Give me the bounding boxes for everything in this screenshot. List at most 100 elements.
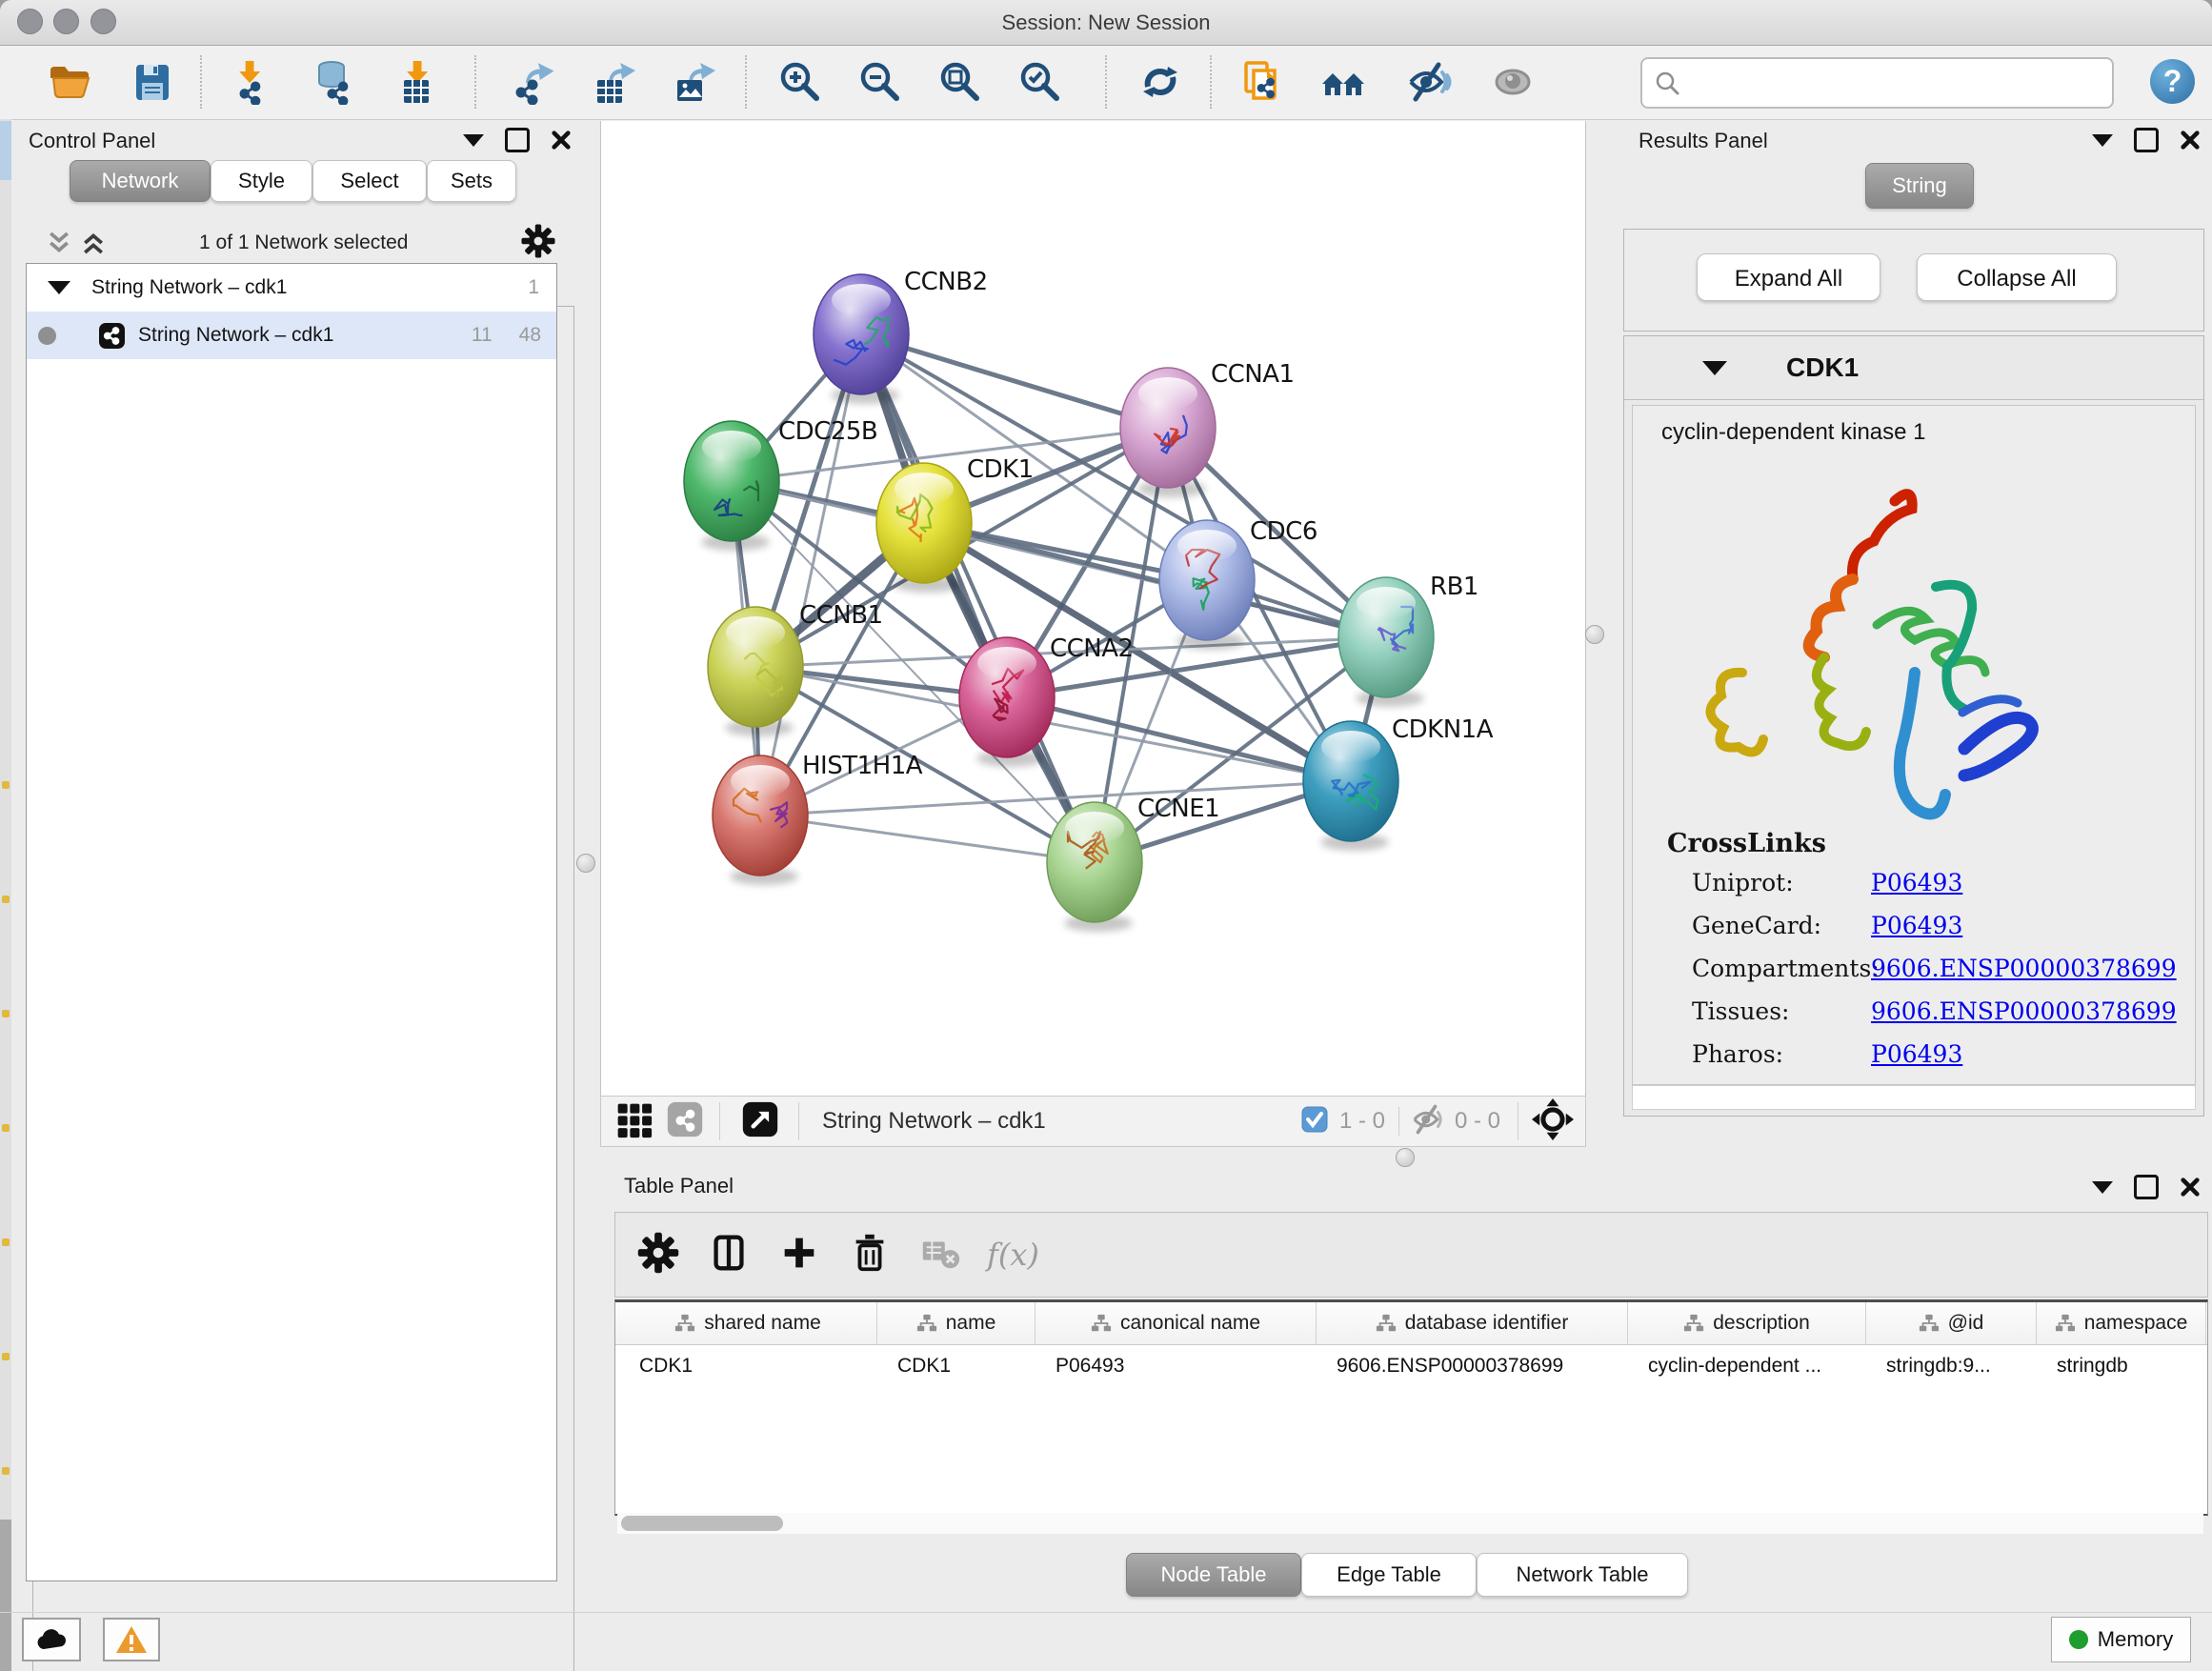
table-cell[interactable]: CDK1 bbox=[618, 1346, 875, 1386]
panel-menu-icon[interactable] bbox=[2092, 134, 2113, 147]
network-node[interactable]: CCNE1 bbox=[1047, 795, 1219, 932]
save-icon[interactable] bbox=[130, 59, 175, 105]
crosslink-link[interactable]: 9606.ENSP00000378699 bbox=[1871, 955, 2177, 982]
memory-button[interactable]: Memory bbox=[2051, 1617, 2191, 1662]
export-network-icon[interactable] bbox=[511, 59, 556, 105]
column-header-id[interactable]: @id bbox=[1865, 1302, 2037, 1344]
network-node[interactable]: RB1 bbox=[1338, 573, 1478, 707]
eye-icon[interactable] bbox=[1490, 59, 1536, 105]
network-node[interactable]: CDKN1A bbox=[1303, 715, 1494, 851]
tab-select[interactable]: Select bbox=[312, 160, 427, 202]
delete-column-icon[interactable] bbox=[848, 1231, 892, 1279]
column-header-canonicalname[interactable]: canonical name bbox=[1035, 1302, 1317, 1344]
collapse-all-tree-icon[interactable] bbox=[45, 229, 73, 257]
column-header-namespace[interactable]: namespace bbox=[2036, 1302, 2206, 1344]
tab-network[interactable]: Network bbox=[70, 160, 211, 202]
fit-selected-crosshair-icon[interactable] bbox=[1532, 1098, 1574, 1145]
column-header-databaseidentifier[interactable]: database identifier bbox=[1316, 1302, 1628, 1344]
clear-table-icon bbox=[918, 1231, 962, 1279]
show-columns-icon[interactable] bbox=[707, 1231, 751, 1279]
selected-checkbox-icon[interactable] bbox=[1301, 1106, 1328, 1137]
zoom-out-icon[interactable] bbox=[857, 59, 903, 105]
network-edge[interactable] bbox=[861, 334, 1095, 862]
bottom-splitter-handle[interactable] bbox=[1396, 1148, 1415, 1167]
string-app-icon[interactable] bbox=[666, 1100, 704, 1143]
tab-sets[interactable]: Sets bbox=[427, 160, 516, 202]
close-panel-icon[interactable] bbox=[2180, 130, 2201, 151]
open-file-icon[interactable] bbox=[47, 59, 92, 105]
results-scrollbar[interactable] bbox=[1632, 1085, 2196, 1110]
float-panel-icon[interactable] bbox=[2134, 1175, 2159, 1199]
hide-eye-icon[interactable] bbox=[1406, 59, 1452, 105]
zoom-fit-icon[interactable] bbox=[937, 59, 983, 105]
table-cell[interactable]: stringdb bbox=[2036, 1346, 2203, 1386]
crosslink-link[interactable]: P06493 bbox=[1871, 1040, 1962, 1068]
expand-all-button[interactable]: Expand All bbox=[1697, 253, 1880, 301]
network-edge[interactable] bbox=[760, 334, 861, 815]
results-node-section: CDK1 cyclin-dependent kinase 1 bbox=[1623, 335, 2204, 1117]
network-row-selected[interactable]: String Network – cdk1 11 48 bbox=[27, 312, 556, 359]
network-node[interactable]: CCNB2 bbox=[814, 268, 988, 404]
export-table-icon[interactable] bbox=[592, 59, 637, 105]
tab-style[interactable]: Style bbox=[211, 160, 312, 202]
hidden-node-edge-counts: 0 - 0 bbox=[1455, 1108, 1500, 1135]
node-details: cyclin-dependent kinase 1 bbox=[1632, 405, 2196, 1085]
collapse-triangle-icon[interactable] bbox=[48, 281, 70, 294]
table-settings-gear-icon[interactable] bbox=[636, 1231, 680, 1279]
birdseye-grid-icon[interactable] bbox=[614, 1100, 653, 1143]
left-splitter-handle[interactable] bbox=[576, 854, 595, 873]
network-node[interactable]: CCNA1 bbox=[1120, 360, 1295, 497]
table-hscrollbar[interactable] bbox=[617, 1513, 2203, 1534]
float-panel-icon[interactable] bbox=[2134, 128, 2159, 152]
column-header-description[interactable]: description bbox=[1627, 1302, 1866, 1344]
node-label: CDC25B bbox=[778, 417, 877, 446]
export-image-icon[interactable] bbox=[672, 59, 717, 105]
import-database-icon[interactable] bbox=[311, 59, 356, 105]
search-input[interactable] bbox=[1688, 63, 2101, 101]
close-panel-icon[interactable] bbox=[551, 130, 572, 151]
node-section-title: CDK1 bbox=[1786, 352, 1859, 383]
import-table-icon[interactable] bbox=[394, 59, 440, 105]
float-panel-icon[interactable] bbox=[505, 128, 530, 152]
crosslink-link[interactable]: 9606.ENSP00000378699 bbox=[1871, 997, 2177, 1025]
table-cell[interactable]: stringdb:9... bbox=[1865, 1346, 2034, 1386]
collapse-all-button[interactable]: Collapse All bbox=[1917, 253, 2117, 301]
node-section-header[interactable]: CDK1 bbox=[1624, 336, 2203, 400]
duplicate-network-icon[interactable] bbox=[1238, 59, 1284, 105]
table-cell[interactable]: cyclin-dependent ... bbox=[1627, 1346, 1863, 1386]
close-panel-icon[interactable] bbox=[2180, 1177, 2201, 1198]
network-collection-row[interactable]: String Network – cdk1 1 bbox=[27, 264, 556, 312]
right-splitter-handle[interactable] bbox=[1585, 625, 1604, 644]
network-node[interactable]: HIST1H1A bbox=[713, 752, 923, 885]
tab-string[interactable]: String bbox=[1865, 163, 1974, 209]
gear-icon[interactable] bbox=[520, 223, 556, 264]
network-canvas[interactable]: CCNB2CCNA1CDC25BCDK1CDC6RB1CCNB1CCNA2CDK… bbox=[600, 121, 1586, 1096]
home-icon[interactable] bbox=[1320, 59, 1366, 105]
warning-button[interactable] bbox=[103, 1618, 160, 1661]
table-cell[interactable]: P06493 bbox=[1035, 1346, 1314, 1386]
panel-menu-icon[interactable] bbox=[2092, 1181, 2113, 1194]
cloud-button[interactable] bbox=[22, 1618, 81, 1661]
table-cell[interactable]: 9606.ENSP00000378699 bbox=[1316, 1346, 1625, 1386]
network-node[interactable]: CCNB1 bbox=[708, 601, 883, 736]
collapse-triangle-icon[interactable] bbox=[1702, 361, 1727, 375]
crosslink-link[interactable]: P06493 bbox=[1871, 912, 1962, 939]
expand-all-tree-icon[interactable] bbox=[79, 229, 108, 257]
crosslink-link[interactable]: P06493 bbox=[1871, 869, 1962, 896]
refresh-icon[interactable] bbox=[1137, 59, 1183, 105]
column-header-name[interactable]: name bbox=[876, 1302, 1036, 1344]
open-external-icon[interactable] bbox=[741, 1100, 779, 1143]
tab-network-table[interactable]: Network Table bbox=[1477, 1553, 1688, 1597]
panel-menu-icon[interactable] bbox=[463, 134, 484, 147]
add-column-icon[interactable] bbox=[777, 1231, 821, 1279]
column-header-sharedname[interactable]: shared name bbox=[618, 1302, 877, 1344]
zoom-in-icon[interactable] bbox=[777, 59, 823, 105]
help-icon[interactable]: ? bbox=[2150, 59, 2195, 104]
network-edge[interactable] bbox=[760, 815, 1095, 862]
import-network-icon[interactable] bbox=[227, 59, 272, 105]
zoom-selected-icon[interactable] bbox=[1017, 59, 1063, 105]
tab-node-table[interactable]: Node Table bbox=[1126, 1553, 1301, 1597]
table-cell[interactable]: CDK1 bbox=[876, 1346, 1033, 1386]
tab-edge-table[interactable]: Edge Table bbox=[1301, 1553, 1477, 1597]
network-node[interactable]: CDC25B bbox=[684, 417, 877, 551]
